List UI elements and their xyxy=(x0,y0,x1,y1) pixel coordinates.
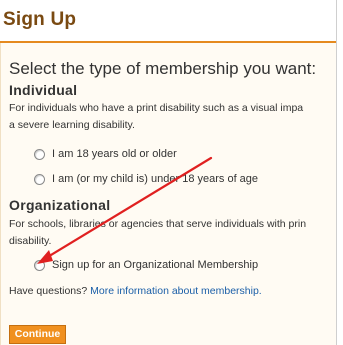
continue-button[interactable]: Continue xyxy=(9,325,66,344)
organizational-description-line2: disability. xyxy=(9,235,52,247)
radio-button[interactable] xyxy=(34,148,45,160)
page: Sign Up Select the type of membership yo… xyxy=(0,0,343,345)
option-label: I am (or my child is) under 18 years of … xyxy=(52,173,259,185)
option-organizational[interactable]: Sign up for an Organizational Membership xyxy=(34,259,258,271)
option-18-or-older[interactable]: I am 18 years old or older xyxy=(34,148,177,160)
organizational-description: For schools, libraries or agencies that … xyxy=(9,216,335,250)
option-under-18[interactable]: I am (or my child is) under 18 years of … xyxy=(34,173,258,185)
option-label: Sign up for an Organizational Membership xyxy=(52,259,259,271)
radio-button[interactable] xyxy=(34,173,45,185)
option-label: I am 18 years old or older xyxy=(52,148,177,160)
membership-heading: Select the type of membership you want: xyxy=(9,59,317,78)
questions-line: Have questions? More information about m… xyxy=(9,285,262,297)
membership-info-link[interactable]: More information about membership. xyxy=(90,285,262,297)
individual-description: For individuals who have a print disabil… xyxy=(9,100,335,134)
organizational-description-line1: For schools, libraries or agencies that … xyxy=(9,218,307,230)
window-edge xyxy=(336,0,343,345)
organizational-section-title: Organizational xyxy=(9,197,111,213)
signup-header: Sign Up xyxy=(0,5,336,43)
individual-description-line1: For individuals who have a print disabil… xyxy=(9,102,304,114)
page-title: Sign Up xyxy=(3,9,77,30)
questions-text: Have questions? xyxy=(9,285,88,297)
radio-button[interactable] xyxy=(34,259,45,271)
individual-description-line2: a severe learning disability. xyxy=(9,119,135,131)
individual-section-title: Individual xyxy=(9,82,78,98)
